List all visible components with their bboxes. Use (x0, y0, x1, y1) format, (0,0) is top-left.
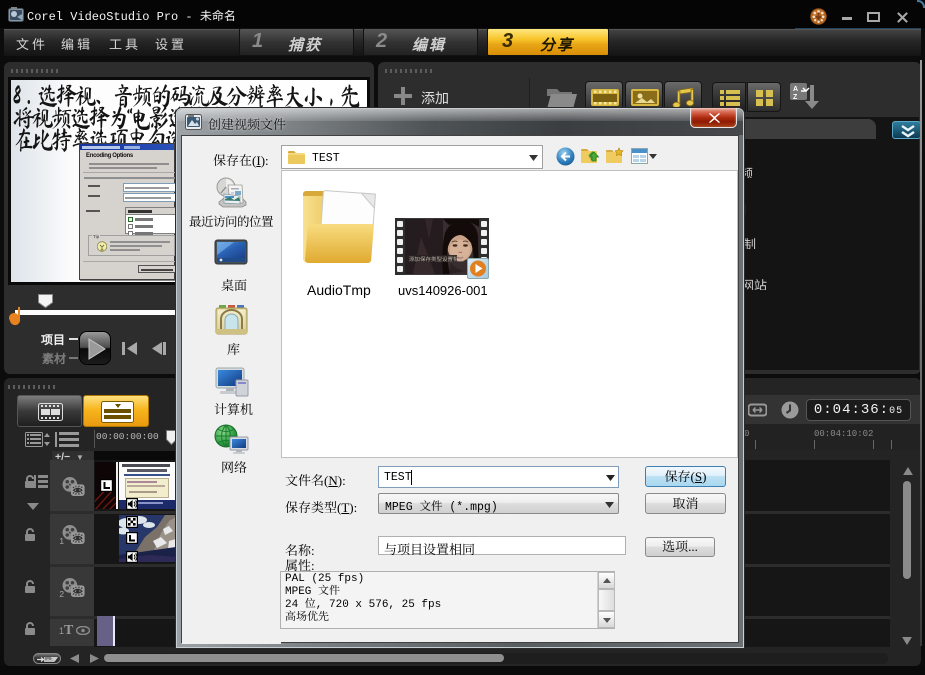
svg-text:A: A (793, 86, 798, 93)
svg-text:2: 2 (59, 589, 64, 598)
svg-text:添加保存类型设置相同: 添加保存类型设置相同 (409, 255, 465, 263)
svg-text:Z: Z (793, 94, 798, 101)
svg-text:1: 1 (59, 536, 64, 545)
